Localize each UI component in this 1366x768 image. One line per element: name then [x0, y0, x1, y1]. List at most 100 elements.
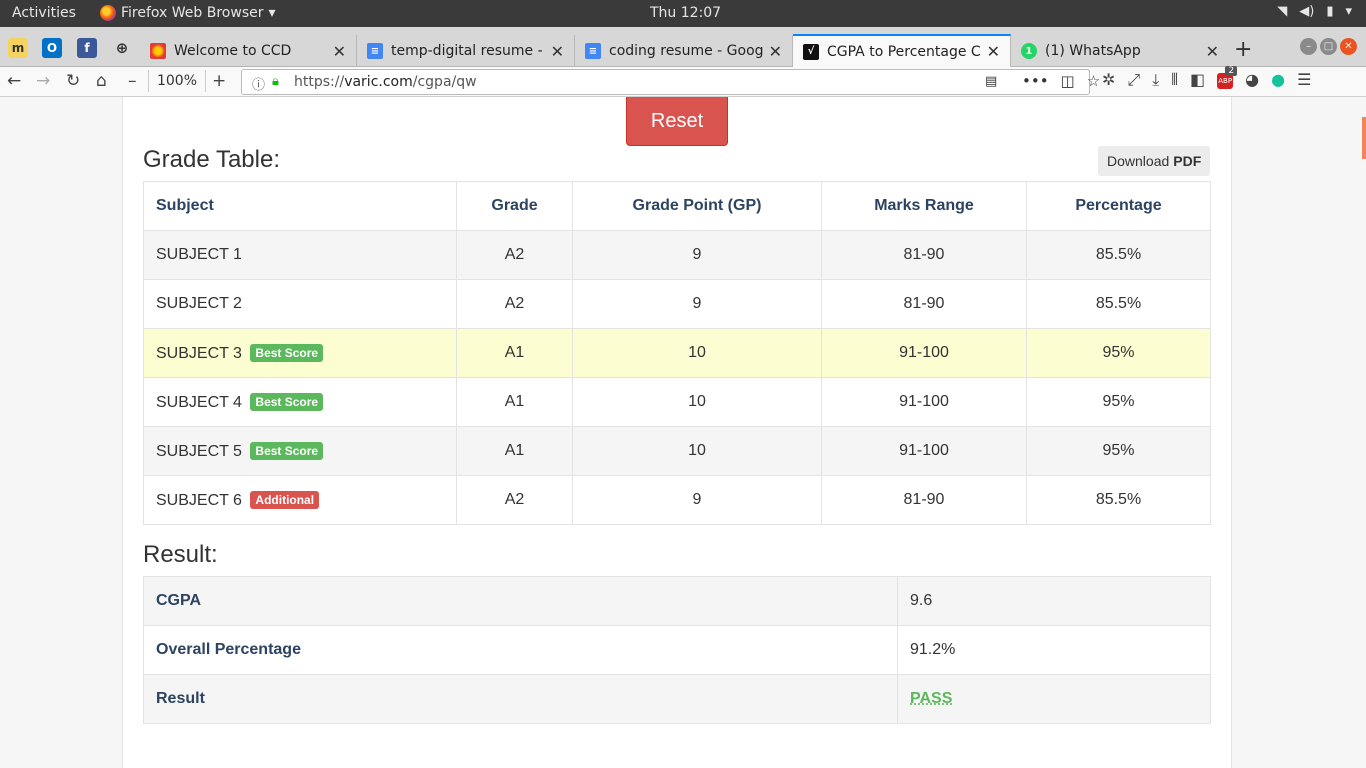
- maximize-button[interactable]: □: [1320, 38, 1337, 55]
- best-score-badge: Best Score: [250, 343, 324, 362]
- result-value-cell: PASS: [897, 674, 1211, 724]
- percentage-cell: 85.5%: [1026, 230, 1211, 280]
- zoom-level[interactable]: 100%: [148, 70, 206, 92]
- zoom-out-button[interactable]: –: [128, 71, 137, 91]
- grade-cell: A2: [456, 230, 573, 280]
- tab-coding-resume[interactable]: ≡ coding resume - Google ✕: [575, 35, 793, 67]
- grade-cell: A2: [456, 279, 573, 329]
- reload-button[interactable]: ↻: [66, 71, 80, 91]
- activities-button[interactable]: Activities: [12, 5, 76, 21]
- column-header: Percentage: [1026, 181, 1211, 231]
- page-content: Reset Grade Table: Download PDF Subject G…: [0, 97, 1366, 768]
- table-row: SUBJECT 3 Best Score A1 10 91-100 95%: [143, 328, 1211, 378]
- grade-table: Subject Grade Grade Point (GP) Marks Ran…: [143, 181, 1211, 525]
- result-heading: Result:: [143, 541, 218, 568]
- grammarly-icon[interactable]: ●: [1271, 70, 1285, 90]
- gear-icon[interactable]: ✲: [1102, 70, 1115, 90]
- table-row: SUBJECT 6 Additional A2 9 81-90 85.5%: [143, 475, 1211, 525]
- tab-whatsapp[interactable]: 1 (1) WhatsApp ✕: [1011, 35, 1229, 67]
- subject-cell: SUBJECT 3 Best Score: [143, 328, 457, 378]
- grade-cell: A2: [456, 475, 573, 525]
- close-icon[interactable]: ✕: [551, 42, 564, 61]
- download-icon[interactable]: ⤓: [1152, 70, 1159, 90]
- close-icon[interactable]: ✕: [333, 42, 346, 61]
- bookmark-star-icon[interactable]: ☆: [1087, 72, 1100, 90]
- window-controls: – □ ✕: [1300, 38, 1357, 55]
- google-docs-icon: ≡: [367, 43, 383, 59]
- lock-icon: 🔒︎: [272, 74, 279, 89]
- app-menu[interactable]: Firefox Web Browser ▾: [100, 5, 276, 21]
- address-bar[interactable]: ⓘ 🔒︎ https://varic.com/cgpa/qw ▤ ••• ◫ ☆: [241, 69, 1100, 95]
- marks-range-cell: 91-100: [821, 328, 1027, 378]
- table-row: SUBJECT 5 Best Score A1 10 91-100 95%: [143, 426, 1211, 476]
- pinned-tab-globe-icon[interactable]: ⊕: [112, 38, 132, 58]
- new-tab-button[interactable]: +: [1234, 37, 1252, 62]
- table-row: SUBJECT 2 A2 9 81-90 85.5%: [143, 279, 1211, 329]
- tab-cgpa-to-percentage[interactable]: √ CGPA to Percentage Ca ✕: [793, 34, 1011, 67]
- tab-temp-digital-resume[interactable]: ≡ temp-digital resume - G ✕: [357, 35, 575, 67]
- tab-strip: m O f ⊕ Welcome to CCD ✕ ≡ temp-digital …: [0, 27, 1366, 67]
- menu-icon[interactable]: ☰: [1297, 70, 1311, 90]
- cgpa-label: CGPA: [143, 576, 898, 626]
- marks-range-cell: 91-100: [821, 426, 1027, 476]
- marks-range-cell: 81-90: [821, 279, 1027, 329]
- wifi-icon: ◥: [1277, 4, 1288, 19]
- sidebar-icon[interactable]: ◧: [1190, 70, 1205, 90]
- firefox-icon: [100, 5, 116, 21]
- pocket-icon[interactable]: ◫: [1061, 72, 1075, 90]
- grade-point-cell: 9: [572, 279, 822, 329]
- overall-percentage-label: Overall Percentage: [143, 625, 898, 675]
- result-table: CGPA 9.6 Overall Percentage 91.2% Result…: [143, 576, 1211, 724]
- home-button[interactable]: ⌂: [96, 71, 107, 91]
- toolbar-right: ✲ ⤢ ⤓ ⫴ ◧ ABP 2 ◕ ● ☰: [1102, 66, 1311, 90]
- clock[interactable]: Thu 12:07: [650, 5, 721, 21]
- column-header: Marks Range: [821, 181, 1027, 231]
- reset-button[interactable]: Reset: [626, 97, 728, 146]
- close-window-button[interactable]: ✕: [1340, 38, 1357, 55]
- best-score-badge: Best Score: [250, 441, 324, 460]
- expand-icon[interactable]: ⤢: [1127, 70, 1140, 90]
- reader-view-icon[interactable]: ▤: [985, 74, 997, 89]
- adblock-plus-icon[interactable]: ABP 2: [1217, 66, 1238, 89]
- close-icon[interactable]: ✕: [1206, 42, 1219, 61]
- marks-range-cell: 81-90: [821, 475, 1027, 525]
- battery-icon: ▮: [1326, 4, 1334, 19]
- grade-point-cell: 10: [572, 377, 822, 427]
- percentage-cell: 85.5%: [1026, 279, 1211, 329]
- pinned-tab-outlook-icon[interactable]: O: [42, 38, 62, 58]
- site-info-icon[interactable]: ⓘ: [252, 74, 265, 93]
- url-text[interactable]: https://varic.com/cgpa/qw: [294, 74, 477, 90]
- more-actions-icon[interactable]: •••: [1022, 72, 1049, 90]
- percentage-cell: 95%: [1026, 328, 1211, 378]
- system-tray[interactable]: ◥ ◀) ▮ ▾: [1277, 4, 1352, 19]
- additional-badge: Additional: [250, 490, 320, 509]
- app-name: Firefox Web Browser: [121, 5, 264, 21]
- grade-cell: A1: [456, 328, 573, 378]
- result-row-percentage: Overall Percentage 91.2%: [143, 625, 1211, 675]
- pinned-tab-moneycontrol-icon[interactable]: m: [8, 38, 28, 58]
- result-row-status: Result PASS: [143, 674, 1211, 724]
- subject-cell: SUBJECT 6 Additional: [143, 475, 457, 525]
- best-score-badge: Best Score: [250, 392, 324, 411]
- varic-icon: √: [803, 43, 819, 60]
- table-row: SUBJECT 1 A2 9 81-90 85.5%: [143, 230, 1211, 280]
- percentage-cell: 85.5%: [1026, 475, 1211, 525]
- chevron-down-icon: ▾: [268, 5, 276, 21]
- minimize-button[interactable]: –: [1300, 38, 1317, 55]
- back-button[interactable]: ←: [7, 71, 21, 91]
- close-icon[interactable]: ✕: [769, 42, 782, 61]
- forward-button[interactable]: →: [36, 71, 50, 91]
- extension-avatar-icon[interactable]: ◕: [1245, 70, 1259, 90]
- tab-welcome-ccd[interactable]: Welcome to CCD ✕: [140, 35, 357, 67]
- whatsapp-icon: 1: [1021, 43, 1037, 59]
- system-top-bar: Activities Firefox Web Browser ▾ Thu 12:…: [0, 0, 1366, 27]
- navigation-toolbar: ← → ↻ ⌂ – 100% + ⓘ 🔒︎ https://varic.com/…: [0, 66, 1366, 97]
- library-icon[interactable]: ⫴: [1171, 70, 1178, 90]
- download-pdf-button[interactable]: Download PDF: [1098, 146, 1211, 176]
- zoom-in-button[interactable]: +: [212, 71, 226, 91]
- pinned-tab-facebook-icon[interactable]: f: [77, 38, 97, 58]
- close-icon[interactable]: ✕: [987, 42, 1000, 61]
- scrollbar-thumb[interactable]: [1362, 117, 1366, 159]
- subject-cell: SUBJECT 2: [143, 279, 457, 329]
- grade-cell: A1: [456, 377, 573, 427]
